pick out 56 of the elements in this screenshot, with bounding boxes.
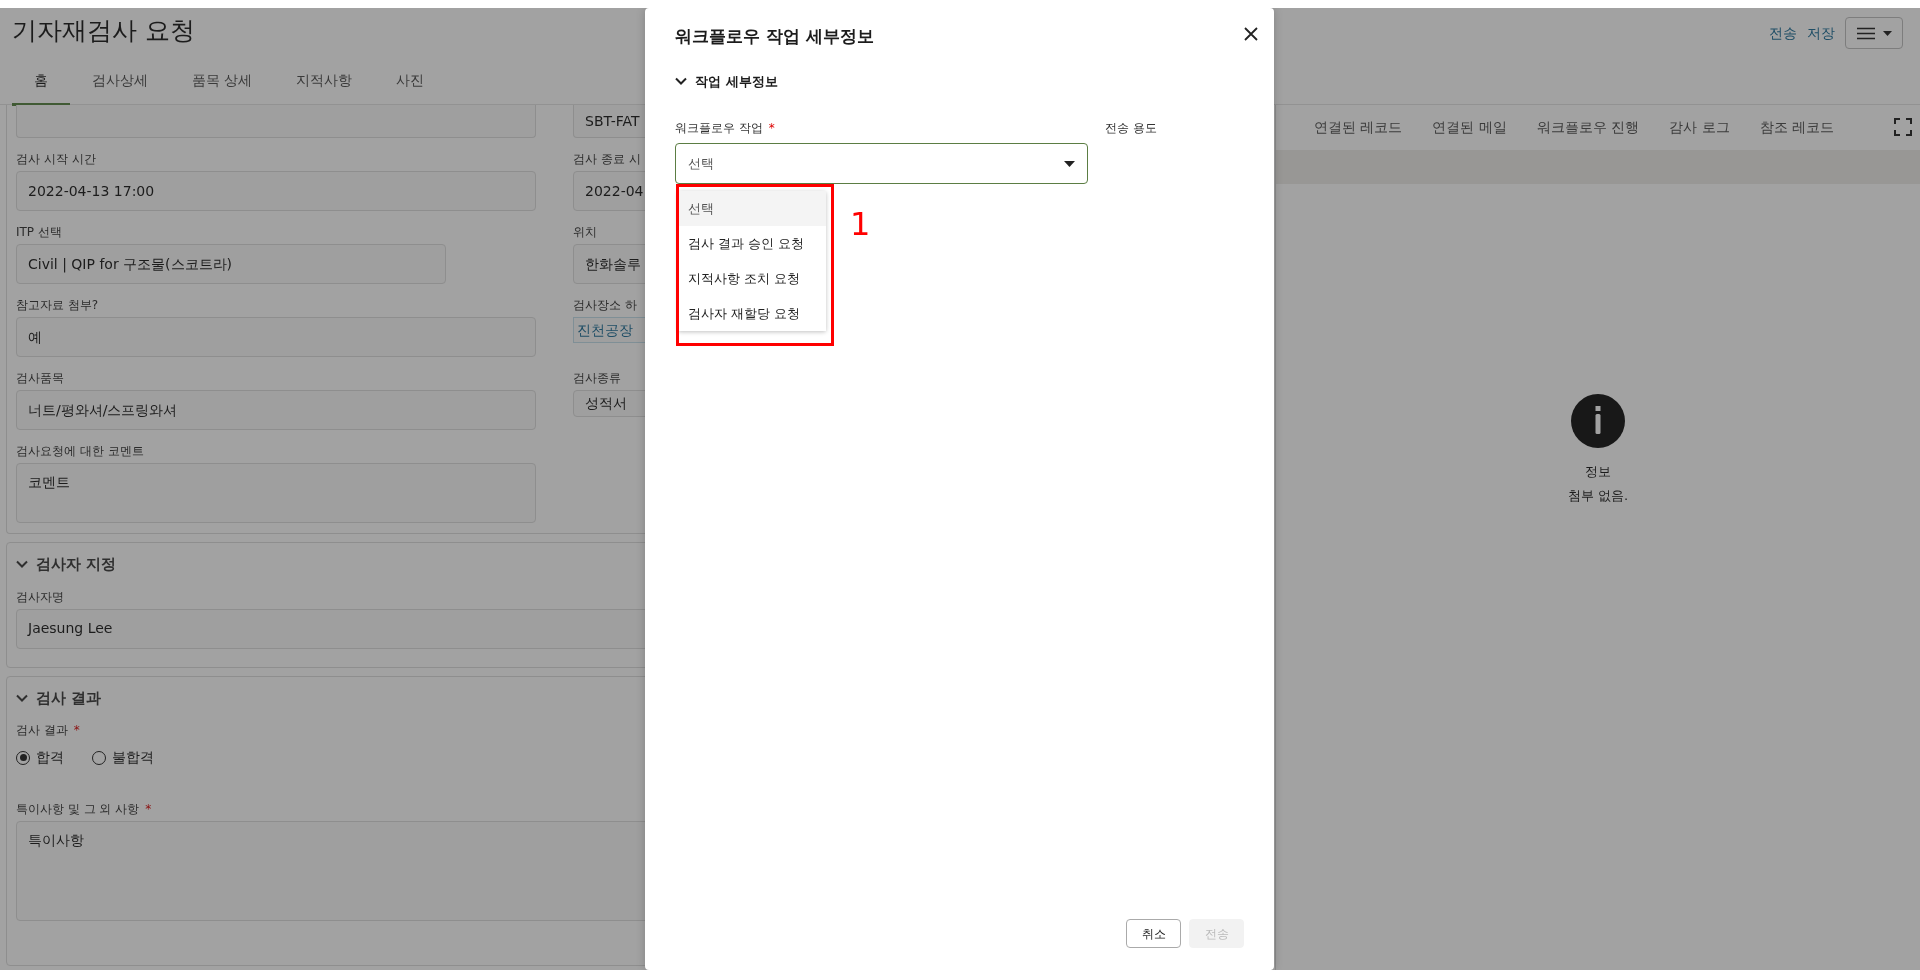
tab[interactable]: 감사 로그 — [1669, 117, 1730, 138]
fullscreen-icon — [1894, 118, 1912, 136]
caret-icon — [1882, 30, 1892, 36]
dialog-title: 워크플로우 작업 세부정보 — [675, 25, 875, 48]
tab[interactable]: 참조 레코드 — [1759, 117, 1835, 138]
close-icon — [1244, 27, 1258, 41]
page-title: 기자재검사 요청 — [12, 15, 195, 47]
field-label: 검사종류 — [573, 371, 621, 385]
tab[interactable]: 품목 상세 — [170, 63, 275, 106]
close-button[interactable] — [1242, 25, 1260, 43]
empty-message: 첨부 없음. — [1567, 486, 1629, 505]
required-mark: * — [73, 722, 80, 738]
select-field[interactable]: 선택 — [675, 143, 1088, 184]
menu-icon — [1856, 26, 1875, 40]
input-field[interactable]: 예 — [16, 317, 536, 357]
field-label: 검사 결과 — [16, 722, 68, 738]
info-title: 정보 — [1585, 463, 1611, 481]
radio-option[interactable]: 불합격 — [92, 747, 154, 768]
field-label: 위치 — [573, 225, 597, 239]
tab[interactable]: 검사상세 — [70, 63, 170, 106]
info-icon — [1571, 394, 1625, 448]
cancel-button[interactable]: 취소 — [1126, 919, 1181, 948]
dropdown-option[interactable]: 검사자 재할당 요청 — [678, 296, 826, 331]
tab[interactable]: 워크플로우 진행 — [1536, 117, 1640, 138]
text-area[interactable]: 코멘트 — [16, 463, 536, 523]
field-label: 참고자료 첨부? — [16, 298, 99, 312]
field-label: 전송 용도 — [1105, 121, 1157, 135]
tab[interactable]: 지적사항 — [274, 63, 375, 106]
input-field[interactable] — [16, 105, 536, 138]
field-label: 특이사항 및 그 외 사항 — [16, 801, 140, 817]
field-label: ITP 선택 — [16, 225, 62, 239]
input-field[interactable]: Civil | QIP for 구조물(스코트라) — [16, 244, 446, 284]
required-mark: * — [145, 801, 152, 817]
field-label: 검사자명 — [16, 589, 64, 604]
radio-option[interactable]: 합격 — [16, 747, 64, 768]
section-title: 검사자 지정 — [36, 554, 117, 575]
field-label: 검사요청에 대한 코멘트 — [16, 444, 144, 458]
tab[interactable]: 연결된 레코드 — [1314, 117, 1403, 138]
field-label: 검사품목 — [16, 371, 64, 385]
caret-icon — [1064, 160, 1075, 167]
action-link[interactable]: 저장 — [1807, 22, 1835, 44]
section-title: 검사 결과 — [36, 687, 102, 709]
section-title: 작업 세부정보 — [695, 72, 778, 91]
tab[interactable]: 연결된 메일 — [1432, 117, 1507, 138]
required-mark: * — [768, 120, 775, 137]
input-field[interactable]: 너트/평와셔/스프링와셔 — [16, 390, 536, 430]
menu-button[interactable] — [1845, 17, 1903, 49]
action-link[interactable]: 전송 — [1769, 22, 1797, 44]
field-label: 검사 시작 시간 — [16, 152, 96, 166]
field-label: 검사장소 하 — [573, 298, 637, 312]
annotation-number: 1 — [850, 208, 871, 240]
field-label: 검사 종료 시 — [573, 152, 641, 166]
input-field[interactable]: 2022-04-13 17:00 — [16, 171, 536, 211]
field-label: 워크플로우 작업 — [675, 120, 763, 137]
dropdown-option[interactable]: 선택 — [678, 191, 826, 226]
tab[interactable]: 사진 — [374, 63, 447, 106]
